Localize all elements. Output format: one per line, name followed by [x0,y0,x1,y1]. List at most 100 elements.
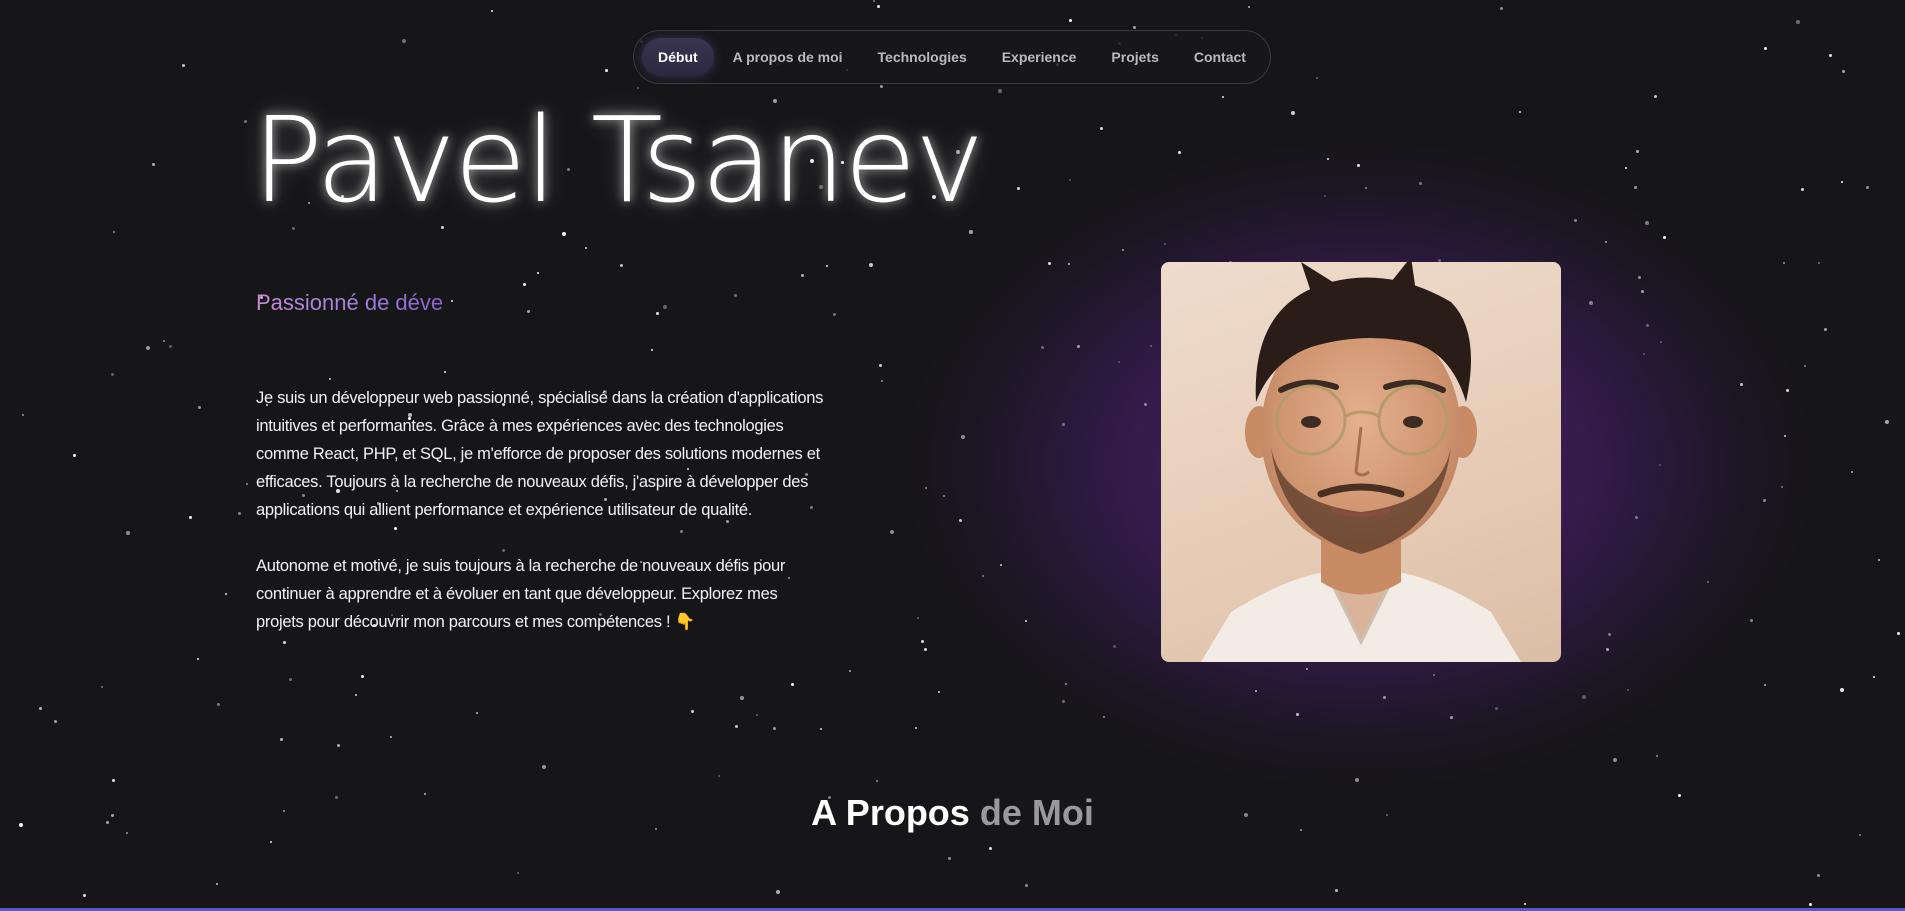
star-dot [1291,111,1295,115]
portrait-photo [1161,262,1561,662]
star-dot [54,720,57,723]
star-dot [881,380,883,382]
star-dot [270,841,272,843]
star-dot [1851,471,1853,473]
star-dot [833,313,836,316]
nav-item-debut[interactable]: Début [642,38,714,76]
nav-item-contact[interactable]: Contact [1178,38,1262,76]
star-dot [849,670,851,672]
star-dot [169,345,172,348]
star-dot [283,641,286,644]
star-dot [476,712,478,714]
star-dot [189,516,192,519]
star-dot [1654,95,1657,98]
star-dot [826,265,828,267]
star-dot [1764,47,1767,50]
star-dot [1859,834,1861,836]
star-dot [1824,328,1827,331]
star-dot [656,312,659,315]
star-dot [1841,181,1843,183]
hero-description: Je suis un développeur web passionné, sp… [256,384,826,636]
star-dot [1796,20,1800,24]
star-dot [217,703,220,706]
hero-subtitle: Passionné de déve [256,290,444,315]
star-dot [998,89,1002,93]
star-dot [517,872,519,874]
star-dot [1316,77,1318,79]
star-dot [1133,26,1136,29]
star-dot [1100,127,1103,130]
nav-item-a-propos[interactable]: A propos de moi [717,38,859,76]
hero-paragraph-1: Je suis un développeur web passionné, sp… [256,389,824,519]
star-dot [585,247,587,249]
star-dot [756,714,758,716]
star-dot [73,454,76,457]
star-dot [225,593,227,595]
nav-item-experience[interactable]: Experience [986,38,1093,76]
star-dot [691,710,694,713]
star-dot [989,847,992,850]
star-dot [1878,559,1880,561]
star-dot [776,890,780,894]
star-dot [113,231,115,233]
star-dot [1248,6,1250,8]
star-dot [1885,420,1889,424]
star-dot [101,686,103,688]
portrait-illustration [1201,262,1521,662]
star-dot [890,530,894,534]
star-dot [879,364,882,367]
star-dot [289,678,292,681]
star-dot [280,738,283,741]
star-dot [451,300,453,302]
star-dot [876,780,878,782]
star-dot [1818,262,1820,264]
star-dot [197,658,199,660]
main-navigation: Début A propos de moi Technologies Exper… [633,30,1271,84]
star-dot [1817,874,1820,877]
star-dot [1335,889,1338,892]
star-dot [1809,903,1812,906]
star-dot [1829,54,1832,57]
star-dot [735,725,738,728]
star-dot [527,310,530,313]
hero-paragraph-2: Autonome et motivé, je suis toujours à l… [256,557,786,631]
star-dot [637,87,639,89]
star-dot [329,378,331,380]
star-dot [740,696,744,700]
star-dot [1025,884,1028,887]
star-dot [1222,96,1224,98]
star-dot [246,483,248,485]
star-dot [877,5,880,8]
star-dot [880,85,883,88]
about-title-part2: de Moi [979,792,1094,833]
nav-item-projets[interactable]: Projets [1095,38,1174,76]
star-dot [523,283,526,286]
star-dot [402,39,406,43]
star-dot [163,340,165,342]
star-dot [112,779,115,782]
about-title-part1: A Propos [811,792,970,833]
star-dot [390,736,392,738]
star-dot [1866,186,1869,189]
star-dot [1897,632,1900,635]
star-dot [801,274,804,277]
star-dot [444,371,446,373]
star-dot [651,349,653,351]
star-dot [355,694,357,696]
star-dot [83,894,86,897]
star-dot [542,765,546,769]
star-dot [39,707,42,710]
star-dot [773,727,776,730]
star-dot [663,305,667,309]
star-dot [1842,70,1845,73]
star-dot [1873,676,1875,678]
nav-item-technologies[interactable]: Technologies [862,38,983,76]
star-dot [1840,688,1844,692]
star-dot [948,857,951,860]
star-dot [22,414,24,416]
star-dot [791,683,794,686]
star-dot [244,120,247,123]
star-dot [605,69,608,72]
star-dot [337,744,340,747]
star-dot [126,531,130,535]
